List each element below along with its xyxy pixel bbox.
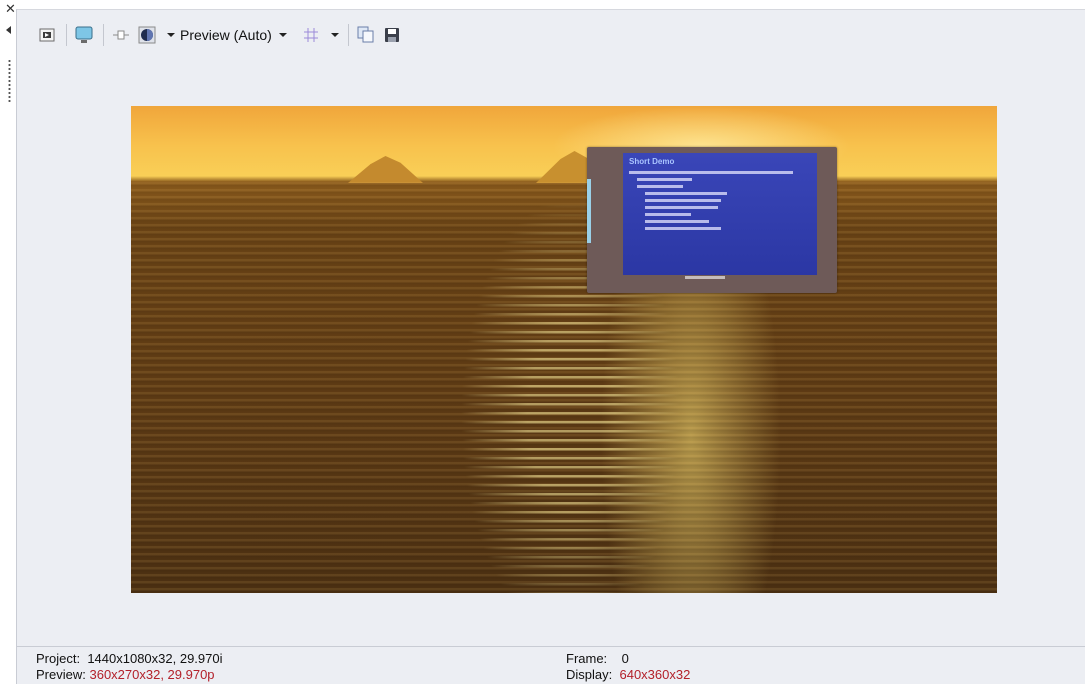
slide-text-line <box>645 199 722 202</box>
display-value: 640x360x32 <box>619 667 691 682</box>
preview-quality-chevron-down-icon[interactable] <box>278 33 287 37</box>
preview-value: 360x270x32, 29.970p <box>89 667 215 682</box>
project-info: Project: 1440x1080x32, 29.970i <box>36 651 223 667</box>
split-screen-icon <box>113 30 129 40</box>
status-divider <box>16 646 1085 647</box>
slide-text-line <box>645 227 722 230</box>
preview-quality-dropdown-arrow[interactable] <box>167 33 175 37</box>
frame-value: 0 <box>621 651 629 666</box>
close-icon[interactable]: ✕ <box>5 2 16 15</box>
project-label: Project: <box>36 651 81 666</box>
preview-quality-dropdown[interactable]: Preview (Auto) <box>180 27 272 43</box>
slide-text-line <box>645 220 709 223</box>
slide-footer <box>685 276 725 279</box>
picture-in-picture-slide: Short Demo <box>587 147 837 293</box>
display-info: Display: 640x360x32 <box>566 667 690 683</box>
slide-text-line <box>645 206 718 209</box>
slide-text-line <box>645 192 727 195</box>
overlays-chevron-down-icon[interactable] <box>330 33 339 37</box>
slide-text-line <box>637 178 692 181</box>
preview-quality-icon <box>138 26 156 44</box>
display-label: Display: <box>566 667 613 682</box>
split-screen-button[interactable] <box>110 24 132 46</box>
toolbar-separator <box>66 24 67 46</box>
overlays-button[interactable] <box>300 24 322 46</box>
preview-toolbar: Preview (Auto) <box>36 21 407 49</box>
slide-text-line <box>645 213 691 216</box>
copy-snapshot-button[interactable] <box>355 24 377 46</box>
preview-info: Preview: 360x270x32, 29.970p <box>36 667 215 683</box>
toolbar-separator <box>103 24 104 46</box>
video-preview-frame: Short Demo <box>131 106 997 593</box>
toolbar-separator <box>347 24 349 46</box>
dock-strip: ✕ <box>0 0 16 684</box>
save-snapshot-icon <box>384 28 399 42</box>
video-properties-icon <box>39 28 55 42</box>
external-monitor-icon <box>75 26 93 43</box>
video-properties-button[interactable] <box>36 24 58 46</box>
presentation-slide: Short Demo <box>623 153 817 275</box>
slide-title: Short Demo <box>629 157 675 166</box>
island-silhouette <box>348 156 423 183</box>
external-monitor-button[interactable] <box>73 24 95 46</box>
drag-grip-handle[interactable] <box>8 59 11 103</box>
preview-label: Preview: <box>36 667 86 682</box>
frame-info: Frame: 0 <box>566 651 629 667</box>
copy-snapshot-icon <box>357 26 374 43</box>
slide-text-line <box>629 171 793 174</box>
save-snapshot-button[interactable] <box>381 24 403 46</box>
slide-text-line <box>637 185 683 188</box>
slide-edge <box>587 179 591 243</box>
overlays-grid-icon <box>303 28 318 42</box>
collapse-arrow-icon[interactable] <box>6 26 11 34</box>
project-value: 1440x1080x32, 29.970i <box>87 651 223 666</box>
frame-label: Frame: <box>566 651 608 666</box>
preview-quality-icon-button[interactable] <box>136 24 158 46</box>
